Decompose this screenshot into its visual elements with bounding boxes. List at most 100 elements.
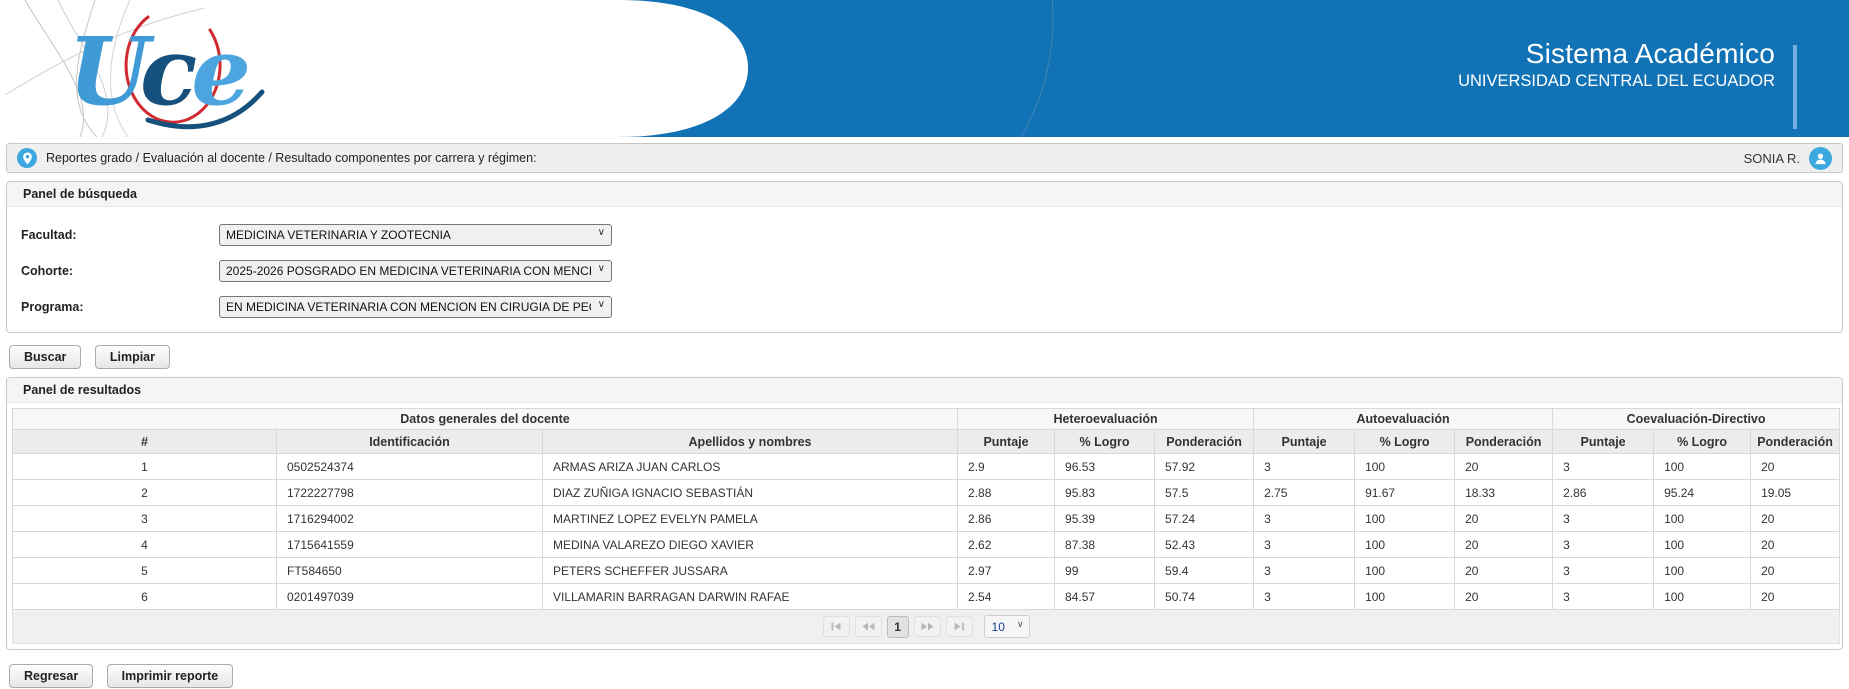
faculty-select-wrap: MEDICINA VETERINARIA Y ZOOTECNIA (219, 224, 612, 246)
cell-11: 20 (1750, 505, 1841, 532)
logged-user-name: SONIA R. (1743, 150, 1800, 166)
cell-1: FT584650 (276, 557, 543, 584)
uce-logo: Uce (0, 0, 1054, 137)
cohort-select-wrap: 2025-2026 POSGRADO EN MEDICINA VETERINAR… (219, 260, 612, 282)
group-header-row: Datos generales del docente Heteroevalua… (11, 408, 1841, 430)
cell-3: 2.9 (957, 453, 1056, 480)
cell-7: 100 (1354, 453, 1456, 480)
cell-5: 57.5 (1154, 479, 1255, 506)
print-report-button[interactable]: Imprimir reporte (106, 664, 234, 688)
back-button[interactable]: Regresar (9, 664, 94, 688)
group-coevaluacion: Coevaluación-Directivo (1552, 408, 1841, 430)
cohort-select[interactable]: 2025-2026 POSGRADO EN MEDICINA VETERINAR… (219, 260, 612, 282)
previous-page-button[interactable] (854, 616, 882, 637)
cell-9: 3 (1552, 505, 1655, 532)
cell-5: 59.4 (1154, 557, 1255, 584)
cell-9: 3 (1552, 557, 1655, 584)
column-header-2: Apellidos y nombres (541, 429, 959, 454)
program-select[interactable]: EN MEDICINA VETERINARIA CON MENCION EN C… (219, 296, 612, 318)
cell-11: 20 (1750, 453, 1841, 480)
table-row: 6 0201497039 VILLAMARIN BARRAGAN DARWIN RA… (12, 583, 1841, 610)
table-row: 4 1715641559 MEDINA VALAREZO DIEGO XAVIER 2… (12, 531, 1841, 558)
cell-6: 3 (1253, 557, 1356, 584)
search-panel: Panel de búsqueda Facultad: MEDICINA VET… (6, 181, 1843, 333)
cell-2: ARMAS ARIZA JUAN CARLOS (541, 453, 959, 480)
cell-4: 95.39 (1054, 505, 1156, 532)
footer-actions: Regresar Imprimir reporte (9, 664, 1843, 688)
group-general: Datos generales del docente (11, 408, 959, 430)
cell-7: 100 (1354, 557, 1456, 584)
results-table: Datos generales del docente Heteroevalua… (11, 408, 1841, 644)
cell-7: 100 (1354, 583, 1456, 610)
cell-10: 100 (1653, 531, 1752, 558)
cell-10: 100 (1653, 583, 1752, 610)
cell-8: 20 (1454, 557, 1554, 584)
cell-7: 100 (1354, 531, 1456, 558)
cell-8: 18.33 (1454, 479, 1554, 506)
cell-10: 100 (1653, 557, 1752, 584)
cell-10: 100 (1653, 453, 1752, 480)
cell-2: MARTINEZ LOPEZ EVELYN PAMELA (541, 505, 959, 532)
program-select-wrap: EN MEDICINA VETERINARIA CON MENCION EN C… (219, 296, 612, 318)
svg-text:Uce: Uce (68, 17, 251, 127)
cell-0: 1 (12, 453, 277, 480)
cell-6: 2.75 (1253, 479, 1356, 506)
system-title: Sistema Académico (1525, 38, 1775, 69)
faculty-row: Facultad: MEDICINA VETERINARIA Y ZOOTECN… (7, 224, 1842, 246)
cell-10: 100 (1653, 505, 1752, 532)
cell-6: 3 (1253, 583, 1356, 610)
column-header-0: # (12, 429, 277, 454)
cell-1: 1715641559 (276, 531, 543, 558)
first-page-button[interactable] (822, 616, 850, 637)
page-size-wrap: 10 (983, 615, 1030, 638)
app-header: Uce Sistema Académico UNIVERSIDAD CENTRA… (0, 0, 1849, 137)
current-page-button[interactable]: 1 (886, 615, 909, 638)
results-table-body: 1 0502524374 ARMAS ARIZA JUAN CARLOS 2.9 96.… (12, 453, 1841, 610)
cell-0: 4 (12, 531, 277, 558)
cell-2: PETERS SCHEFFER JUSSARA (541, 557, 959, 584)
column-header-row: # Identificación Apellidos y nombres Puntaj… (12, 429, 1841, 454)
cell-11: 20 (1750, 557, 1841, 584)
column-header-3: Puntaje (957, 429, 1056, 454)
group-heteroevaluacion: Heteroevaluación (957, 408, 1255, 430)
cell-5: 50.74 (1154, 583, 1255, 610)
search-panel-title: Panel de búsqueda (7, 182, 1842, 207)
cell-5: 57.92 (1154, 453, 1255, 480)
cell-3: 2.86 (957, 505, 1056, 532)
results-panel: Panel de resultados Datos generales del … (6, 377, 1843, 650)
cell-11: 20 (1750, 583, 1841, 610)
faculty-label: Facultad: (21, 228, 77, 242)
cell-8: 20 (1454, 531, 1554, 558)
cell-4: 87.38 (1054, 531, 1156, 558)
column-header-6: Puntaje (1253, 429, 1356, 454)
column-header-8: Ponderación (1454, 429, 1554, 454)
column-header-9: Puntaje (1552, 429, 1655, 454)
breadcrumb-bar: Reportes grado / Evaluación al docente /… (6, 143, 1843, 173)
cell-6: 3 (1253, 505, 1356, 532)
column-header-1: Identificación (276, 429, 543, 454)
cell-6: 3 (1253, 531, 1356, 558)
faculty-select[interactable]: MEDICINA VETERINARIA Y ZOOTECNIA (219, 224, 612, 246)
last-page-button[interactable] (945, 616, 973, 637)
cell-1: 0201497039 (276, 583, 543, 610)
cell-1: 0502524374 (276, 453, 543, 480)
breadcrumb: Reportes grado / Evaluación al docente /… (46, 151, 537, 165)
cell-8: 20 (1454, 453, 1554, 480)
cell-4: 96.53 (1054, 453, 1156, 480)
cell-11: 20 (1750, 531, 1841, 558)
next-page-button[interactable] (913, 616, 941, 637)
cell-7: 100 (1354, 505, 1456, 532)
pagination-row: 1 10 (11, 609, 1841, 644)
cell-3: 2.97 (957, 557, 1056, 584)
cell-5: 52.43 (1154, 531, 1255, 558)
search-button[interactable]: Buscar (9, 345, 82, 369)
user-avatar-icon[interactable] (1809, 146, 1832, 170)
cell-9: 3 (1552, 583, 1655, 610)
clear-button[interactable]: Limpiar (94, 345, 170, 369)
cell-9: 3 (1552, 453, 1655, 480)
cell-10: 95.24 (1653, 479, 1752, 506)
cell-1: 1722227798 (276, 479, 543, 506)
page-size-select[interactable]: 10 (983, 615, 1030, 638)
cell-9: 3 (1552, 531, 1655, 558)
cell-4: 99 (1054, 557, 1156, 584)
